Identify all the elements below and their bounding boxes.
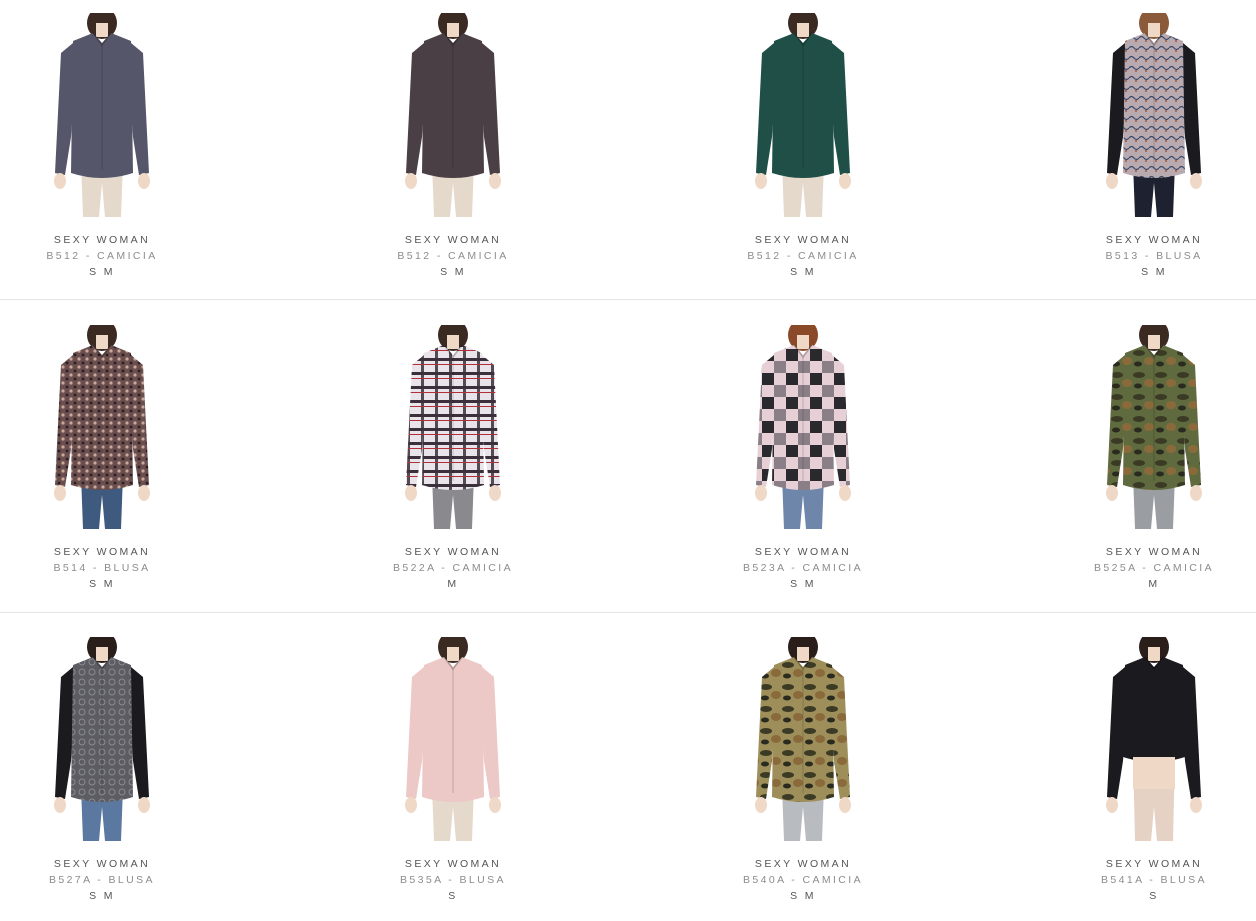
product-photo [1106, 13, 1202, 217]
product-card[interactable]: SEXY WOMAN B514 - BLUSA S M [2, 312, 202, 602]
product-image[interactable] [37, 637, 167, 841]
row-divider [0, 612, 1256, 613]
product-image[interactable] [1089, 13, 1219, 217]
product-image[interactable] [388, 637, 518, 841]
product-photo [755, 325, 851, 529]
product-image[interactable] [388, 13, 518, 217]
product-photo [405, 13, 501, 217]
product-photo [54, 325, 150, 529]
product-photo [54, 13, 150, 217]
product-name[interactable]: B512 - CAMICIA [353, 250, 553, 262]
product-name[interactable]: B541A - BLUSA [1054, 874, 1254, 886]
product-photo [755, 637, 851, 841]
product-card[interactable]: SEXY WOMAN B540A - CAMICIA S M [703, 624, 903, 914]
product-photo [1106, 637, 1202, 841]
product-sizes: S M [1141, 266, 1167, 278]
product-grid: SEXY WOMAN B512 - CAMICIA S M SEXY WOMAN… [0, 0, 1256, 921]
product-brand[interactable]: SEXY WOMAN [2, 546, 202, 558]
product-image[interactable] [37, 13, 167, 217]
product-image[interactable] [37, 325, 167, 529]
product-image[interactable] [738, 13, 868, 217]
product-name[interactable]: B522A - CAMICIA [353, 562, 553, 574]
product-row: SEXY WOMAN B527A - BLUSA S M SEXY WOMAN … [0, 624, 1256, 921]
product-sizes: S M [440, 266, 466, 278]
product-brand[interactable]: SEXY WOMAN [703, 858, 903, 870]
product-photo [405, 637, 501, 841]
product-image[interactable] [1089, 325, 1219, 529]
product-sizes: S [1149, 890, 1159, 902]
product-name[interactable]: B525A - CAMICIA [1054, 562, 1254, 574]
product-card[interactable]: SEXY WOMAN B512 - CAMICIA S M [703, 0, 903, 290]
product-sizes: S M [89, 266, 115, 278]
product-row: SEXY WOMAN B514 - BLUSA S M SEXY WOMAN B… [0, 312, 1256, 612]
product-sizes: S M [89, 578, 115, 590]
product-card[interactable]: SEXY WOMAN B525A - CAMICIA M [1054, 312, 1254, 602]
product-brand[interactable]: SEXY WOMAN [353, 858, 553, 870]
product-card[interactable]: SEXY WOMAN B523A - CAMICIA S M [703, 312, 903, 602]
product-image[interactable] [388, 325, 518, 529]
product-name[interactable]: B514 - BLUSA [2, 562, 202, 574]
product-sizes: S M [89, 890, 115, 902]
product-brand[interactable]: SEXY WOMAN [353, 546, 553, 558]
product-sizes: S M [790, 266, 816, 278]
product-brand[interactable]: SEXY WOMAN [1054, 234, 1254, 246]
product-brand[interactable]: SEXY WOMAN [1054, 858, 1254, 870]
product-card[interactable]: SEXY WOMAN B512 - CAMICIA S M [2, 0, 202, 290]
product-photo [54, 637, 150, 841]
product-image[interactable] [738, 325, 868, 529]
product-brand[interactable]: SEXY WOMAN [353, 234, 553, 246]
product-card[interactable]: SEXY WOMAN B527A - BLUSA S M [2, 624, 202, 914]
product-name[interactable]: B523A - CAMICIA [703, 562, 903, 574]
product-name[interactable]: B535A - BLUSA [353, 874, 553, 886]
product-name[interactable]: B512 - CAMICIA [703, 250, 903, 262]
product-name[interactable]: B540A - CAMICIA [703, 874, 903, 886]
product-brand[interactable]: SEXY WOMAN [703, 234, 903, 246]
product-card[interactable]: SEXY WOMAN B513 - BLUSA S M [1054, 0, 1254, 290]
product-photo [755, 13, 851, 217]
product-photo [405, 325, 501, 529]
product-sizes: S [448, 890, 458, 902]
row-divider [0, 299, 1256, 300]
product-card[interactable]: SEXY WOMAN B535A - BLUSA S [353, 624, 553, 914]
product-image[interactable] [738, 637, 868, 841]
product-name[interactable]: B513 - BLUSA [1054, 250, 1254, 262]
product-card[interactable]: SEXY WOMAN B512 - CAMICIA S M [353, 0, 553, 290]
product-name[interactable]: B527A - BLUSA [2, 874, 202, 886]
product-photo [1106, 325, 1202, 529]
product-card[interactable]: SEXY WOMAN B541A - BLUSA S [1054, 624, 1254, 914]
product-sizes: S M [790, 890, 816, 902]
product-brand[interactable]: SEXY WOMAN [1054, 546, 1254, 558]
product-sizes: S M [790, 578, 816, 590]
product-brand[interactable]: SEXY WOMAN [2, 858, 202, 870]
product-sizes: M [447, 578, 459, 590]
product-card[interactable]: SEXY WOMAN B522A - CAMICIA M [353, 312, 553, 602]
product-row: SEXY WOMAN B512 - CAMICIA S M SEXY WOMAN… [0, 0, 1256, 300]
product-brand[interactable]: SEXY WOMAN [703, 546, 903, 558]
product-name[interactable]: B512 - CAMICIA [2, 250, 202, 262]
product-sizes: M [1148, 578, 1160, 590]
product-image[interactable] [1089, 637, 1219, 841]
product-brand[interactable]: SEXY WOMAN [2, 234, 202, 246]
